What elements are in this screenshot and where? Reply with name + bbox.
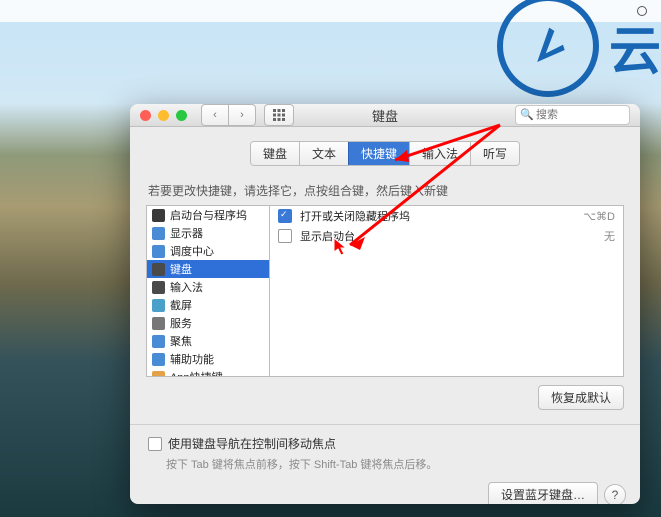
category-label: 键盘 xyxy=(170,261,192,277)
ic-launch-icon xyxy=(152,209,165,222)
category-label: App快捷键 xyxy=(170,369,223,377)
tabbar: 键盘文本快捷键输入法听写 xyxy=(130,141,640,166)
ic-display-icon xyxy=(152,227,165,240)
category-item[interactable]: 服务 xyxy=(147,314,269,332)
shortcut-checkbox[interactable] xyxy=(278,209,292,223)
titlebar: ‹ › 键盘 🔍 xyxy=(130,104,640,127)
minimize-button[interactable] xyxy=(158,110,169,121)
category-item[interactable]: 聚焦 xyxy=(147,332,269,350)
shortcut-label: 显示启动台 xyxy=(300,228,596,244)
category-item[interactable]: 辅助功能 xyxy=(147,350,269,368)
show-all-button[interactable] xyxy=(264,104,294,126)
category-label: 服务 xyxy=(170,315,192,331)
ic-app-icon xyxy=(152,371,165,378)
category-item[interactable]: 键盘 xyxy=(147,260,269,278)
tab-输入法[interactable]: 输入法 xyxy=(409,142,470,165)
tab-快捷键[interactable]: 快捷键 xyxy=(348,142,409,165)
shortcut-list[interactable]: 打开或关闭隐藏程序坞 ⌥⌘D 显示启动台无 xyxy=(270,205,624,377)
tab-键盘[interactable]: 键盘 xyxy=(251,142,299,165)
shortcut-row[interactable]: 打开或关闭隐藏程序坞 ⌥⌘D xyxy=(270,206,623,226)
ic-input-icon xyxy=(152,281,165,294)
keyboard-nav-checkbox[interactable] xyxy=(148,437,162,451)
nav-buttons: ‹ › xyxy=(201,104,256,126)
category-label: 显示器 xyxy=(170,225,203,241)
ic-services-icon xyxy=(152,317,165,330)
category-label: 输入法 xyxy=(170,279,203,295)
menubar xyxy=(0,0,661,22)
bluetooth-keyboard-button[interactable]: 设置蓝牙键盘… xyxy=(488,482,598,504)
tab-文本[interactable]: 文本 xyxy=(299,142,348,165)
shortcut-label: 打开或关闭隐藏程序坞 xyxy=(300,208,575,224)
ic-spotlight-icon xyxy=(152,335,165,348)
shortcut-row[interactable]: 显示启动台无 xyxy=(270,226,623,246)
category-item[interactable]: 启动台与程序坞 xyxy=(147,206,269,224)
zoom-button[interactable] xyxy=(176,110,187,121)
category-label: 辅助功能 xyxy=(170,351,214,367)
ic-keyboard-icon xyxy=(152,263,165,276)
menubar-indicator-icon xyxy=(637,6,647,16)
close-button[interactable] xyxy=(140,110,151,121)
category-list[interactable]: 启动台与程序坞显示器调度中心键盘输入法截屏服务聚焦辅助功能 App快捷键 xyxy=(146,205,270,377)
preferences-window: ‹ › 键盘 🔍 键盘文本快捷键输入法听写 若要更改快捷键，请选择它，点按组合键… xyxy=(130,104,640,504)
ic-access-icon xyxy=(152,353,165,366)
restore-defaults-button[interactable]: 恢复成默认 xyxy=(538,385,624,410)
instruction-text: 若要更改快捷键，请选择它，点按组合键，然后键入新键 xyxy=(148,182,624,199)
search-icon: 🔍 xyxy=(520,108,534,121)
shortcut-checkbox[interactable] xyxy=(278,229,292,243)
category-item[interactable]: 显示器 xyxy=(147,224,269,242)
keyboard-nav-hint: 按下 Tab 键将焦点前移，按下 Shift-Tab 键将焦点后移。 xyxy=(166,456,624,472)
category-item[interactable]: 调度中心 xyxy=(147,242,269,260)
category-label: 启动台与程序坞 xyxy=(170,207,247,223)
back-button[interactable]: ‹ xyxy=(201,104,229,126)
category-label: 聚焦 xyxy=(170,333,192,349)
forward-button[interactable]: › xyxy=(229,104,256,126)
shortcut-keys[interactable]: 无 xyxy=(604,228,615,244)
category-label: 截屏 xyxy=(170,297,192,313)
category-item[interactable]: 输入法 xyxy=(147,278,269,296)
ic-screenshot-icon xyxy=(152,299,165,312)
help-button[interactable]: ? xyxy=(604,484,626,505)
divider xyxy=(130,424,640,425)
grid-icon xyxy=(273,109,285,121)
category-item[interactable]: App快捷键 xyxy=(147,368,269,377)
traffic-lights xyxy=(140,110,187,121)
shortcut-keys[interactable]: ⌥⌘D xyxy=(583,210,615,223)
tab-听写[interactable]: 听写 xyxy=(470,142,519,165)
category-label: 调度中心 xyxy=(170,243,214,259)
category-item[interactable]: 截屏 xyxy=(147,296,269,314)
keyboard-nav-label: 使用键盘导航在控制间移动焦点 xyxy=(168,435,336,452)
ic-mission-icon xyxy=(152,245,165,258)
